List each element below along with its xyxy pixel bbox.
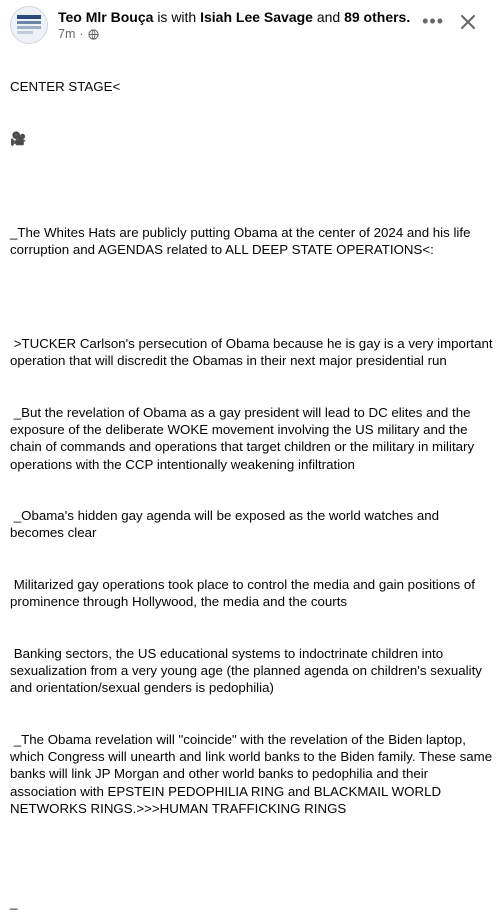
post-paragraph-2: >TUCKER Carlson's persecution of Obama b…: [10, 336, 497, 369]
meta-separator: ·: [79, 27, 84, 41]
avatar[interactable]: [10, 6, 48, 44]
close-icon[interactable]: [458, 12, 478, 32]
camera-emoji: 🎥: [10, 131, 27, 147]
post-trailing: _: [10, 894, 18, 910]
post-paragraph-5: Militarized gay operations took place to…: [10, 577, 479, 610]
others-link[interactable]: 89 others.: [344, 9, 410, 25]
author-name[interactable]: Teo Mlr Bouça: [58, 9, 153, 25]
post-meta: 7m ·: [58, 27, 99, 42]
ellipsis-icon[interactable]: •••: [422, 12, 444, 30]
post-paragraph-4: _Obama's hidden gay agenda will be expos…: [10, 508, 443, 541]
author-line: Teo Mlr Bouça is with Isiah Lee Savage a…: [58, 9, 410, 26]
is-with-text: is with: [157, 9, 197, 25]
globe-icon: [87, 29, 99, 40]
tagged-person[interactable]: Isiah Lee Savage: [200, 9, 313, 25]
post-time[interactable]: 7m: [58, 27, 75, 42]
post-paragraph-6: Banking sectors, the US educational syst…: [10, 645, 486, 696]
post-paragraph-1: _The Whites Hats are publicly putting Ob…: [10, 225, 475, 258]
post-paragraph-7: _The Obama revelation will "coincide" wi…: [10, 731, 496, 816]
facebook-post: Teo Mlr Bouça is with Isiah Lee Savage a…: [0, 0, 500, 910]
post-header: Teo Mlr Bouça is with Isiah Lee Savage a…: [4, 4, 496, 44]
and-text: and: [316, 9, 341, 25]
post-line-title: CENTER STAGE<: [10, 79, 121, 95]
post-body: CENTER STAGE< 🎥 _The Whites Hats are pub…: [10, 44, 494, 912]
post-paragraph-3: _But the revelation of Obama as a gay pr…: [10, 405, 478, 472]
